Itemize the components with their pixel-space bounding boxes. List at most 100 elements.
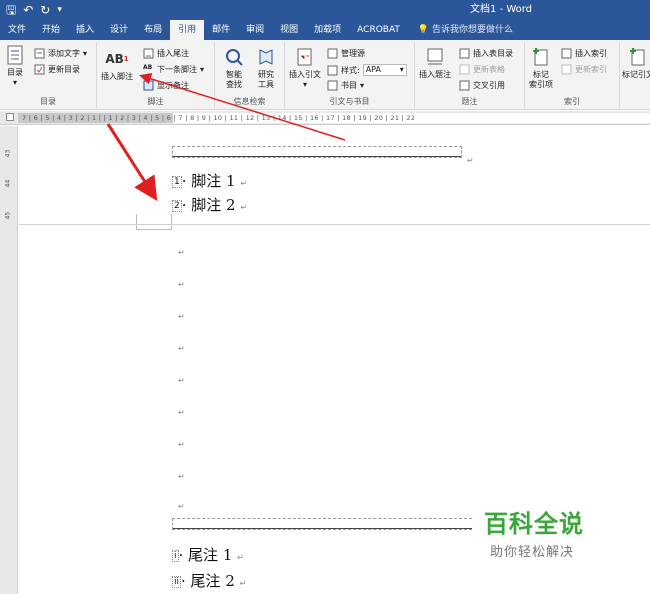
endnote-mark-1: ↵ [237, 553, 244, 562]
redo-icon[interactable]: ↻ [40, 0, 50, 20]
insert-footnote-label: 插入脚注 [101, 72, 133, 81]
bibliography-label: 书目 [341, 81, 357, 90]
add-text-dropdown-icon: ▾ [83, 49, 88, 58]
mark-citation-button[interactable]: 标记引文 [622, 46, 650, 80]
insert-tof-button[interactable]: 插入表目录 [459, 48, 513, 59]
tab-references[interactable]: 引用 [170, 20, 205, 40]
paragraph-mark: ↵ [178, 440, 185, 449]
add-text-icon [34, 48, 45, 59]
footnote-1[interactable]: 1 · 脚注 1 ↵ [172, 170, 247, 191]
tab-home[interactable]: 开始 [34, 20, 68, 40]
tab-review[interactable]: 审阅 [238, 20, 272, 40]
cross-reference-icon [459, 80, 470, 91]
smart-lookup-button[interactable]: 智能 查找 [223, 46, 245, 90]
paragraph-mark: ↵ [178, 344, 185, 353]
insert-citation-dropdown-icon: ▾ [302, 80, 307, 89]
next-footnote-button[interactable]: AB 下一条脚注 ▾ [143, 64, 204, 75]
group-toa: 标记引文 [620, 42, 650, 108]
update-toc-label: 更新目录 [48, 65, 80, 74]
tab-file[interactable]: 文件 [0, 20, 34, 40]
ab-glyph: AB [105, 52, 124, 66]
horizontal-ruler[interactable]: 7 | 6 | 5 | 4 | 3 | 2 | 1 | | 1 | 2 | 3 … [0, 111, 650, 125]
style-label: 样式: [341, 65, 360, 75]
insert-endnote-icon [143, 48, 154, 59]
vruler-tick-44: 44 [4, 179, 12, 188]
endnote-1[interactable]: i · 尾注 1 ↵ [172, 544, 244, 565]
paragraph-mark: ↵ [178, 280, 185, 289]
group-index-label: 索引 [564, 97, 580, 106]
style-select[interactable]: APA ▾ [362, 64, 407, 76]
footnote-text-2: · 脚注 2 [181, 196, 236, 214]
endnote-text-1: · 尾注 1 [178, 546, 233, 564]
insert-tof-label: 插入表目录 [473, 49, 513, 58]
paragraph-mark: ↵ [178, 312, 185, 321]
insert-endnote-button[interactable]: 插入尾注 [143, 48, 189, 59]
vertical-ruler[interactable]: 43 44 45 [0, 126, 18, 594]
mark-entry-button[interactable]: 标记 索引项 [529, 46, 553, 90]
insert-caption-button[interactable]: 插入题注 [419, 46, 451, 80]
smart-lookup-label-2: 查找 [226, 80, 242, 89]
vruler-tick-43: 43 [4, 149, 12, 158]
paragraph-mark: ↵ [178, 502, 185, 511]
tab-selector[interactable] [6, 113, 14, 121]
insert-endnote-label: 插入尾注 [157, 49, 189, 58]
group-citations: 插入引文 ▾ 管理源 样式: APA ▾ 书目 ▾ 引文与书目 [285, 42, 415, 108]
save-icon[interactable]: 🖫 [6, 0, 16, 20]
tab-view[interactable]: 视图 [272, 20, 306, 40]
insert-index-button[interactable]: 插入索引 [561, 48, 607, 59]
manage-sources-label: 管理源 [341, 49, 365, 58]
researcher-label-2: 工具 [258, 80, 274, 89]
tab-mailings[interactable]: 邮件 [204, 20, 238, 40]
cross-reference-label: 交叉引用 [473, 81, 505, 90]
customize-qat-icon[interactable]: ▾ [57, 0, 62, 20]
manage-sources-icon [327, 48, 338, 59]
bibliography-button[interactable]: 书目 ▾ [327, 80, 364, 91]
tab-insert[interactable]: 插入 [68, 20, 102, 40]
toc-icon [4, 44, 26, 66]
researcher-label-1: 研究 [258, 70, 274, 79]
manage-sources-button[interactable]: 管理源 [327, 48, 365, 59]
insert-index-label: 插入索引 [575, 49, 607, 58]
bibliography-dropdown-icon: ▾ [360, 81, 365, 90]
update-table-button[interactable]: 更新表格 [459, 64, 505, 75]
show-notes-button[interactable]: 显示备注 [143, 80, 189, 91]
watermark-logo: 百科全说 助你轻松解决 [484, 504, 614, 560]
update-table-label: 更新表格 [473, 65, 505, 74]
cross-reference-button[interactable]: 交叉引用 [459, 80, 505, 91]
endnote-2[interactable]: ii · 尾注 2 ↵ [172, 570, 246, 591]
toc-dropdown-icon: ▾ [12, 78, 17, 87]
paragraph-mark: ↵ [467, 156, 474, 165]
tab-addins[interactable]: 加载项 [306, 20, 349, 40]
tell-me-box[interactable]: 💡 告诉我你想要做什么 [408, 20, 513, 40]
footnote-mark-2: ↵ [240, 203, 248, 212]
title-bar: 🖫 ↶ ↻ ▾ 文档1 - Word [0, 0, 650, 20]
tab-design[interactable]: 设计 [102, 20, 136, 40]
ribbon-references: 目录 ▾ 添加文字 ▾ 更新目录 目录 AB 1 插入脚注 插入尾注 AB 下一条脚… [0, 40, 650, 110]
update-index-icon [561, 64, 572, 75]
researcher-button[interactable]: 研究 工具 [255, 46, 277, 90]
group-footnotes-label: 脚注 [147, 97, 164, 106]
group-captions: 插入题注 插入表目录 更新表格 交叉引用 题注 [415, 42, 525, 108]
group-research-label: 信息检索 [233, 97, 266, 106]
update-index-button[interactable]: 更新索引 [561, 64, 607, 75]
update-toc-button[interactable]: 更新目录 [34, 64, 80, 75]
footnote-2[interactable]: 2 · 脚注 2 ↵ [172, 194, 247, 215]
insert-citation-button[interactable]: 插入引文 ▾ [289, 46, 321, 90]
insert-footnote-button[interactable]: AB 1 插入脚注 [101, 48, 133, 82]
insert-caption-label: 插入题注 [419, 70, 451, 79]
undo-icon[interactable]: ↶ [23, 0, 33, 20]
ruler-ticks: 7 | 6 | 5 | 4 | 3 | 2 | 1 | | 1 | 2 | 3 … [22, 114, 416, 122]
toc-button[interactable]: 目录 ▾ [4, 44, 26, 88]
style-selector[interactable]: 样式: APA ▾ [327, 64, 407, 76]
style-dropdown-icon: ▾ [399, 65, 404, 74]
mark-citation-label: 标记引文 [622, 70, 650, 79]
add-text-button[interactable]: 添加文字 ▾ [34, 48, 87, 59]
tab-layout[interactable]: 布局 [136, 20, 170, 40]
tab-acrobat[interactable]: ACROBAT [349, 20, 408, 40]
insert-caption-icon [424, 46, 446, 68]
group-footnotes: AB 1 插入脚注 插入尾注 AB 下一条脚注 ▾ 显示备注 脚注 [97, 42, 215, 108]
footnote-separator [172, 146, 462, 158]
next-footnote-dropdown-icon: ▾ [200, 65, 205, 74]
endnote-separator [172, 518, 472, 530]
footnote-text-1: · 脚注 1 [181, 172, 236, 190]
